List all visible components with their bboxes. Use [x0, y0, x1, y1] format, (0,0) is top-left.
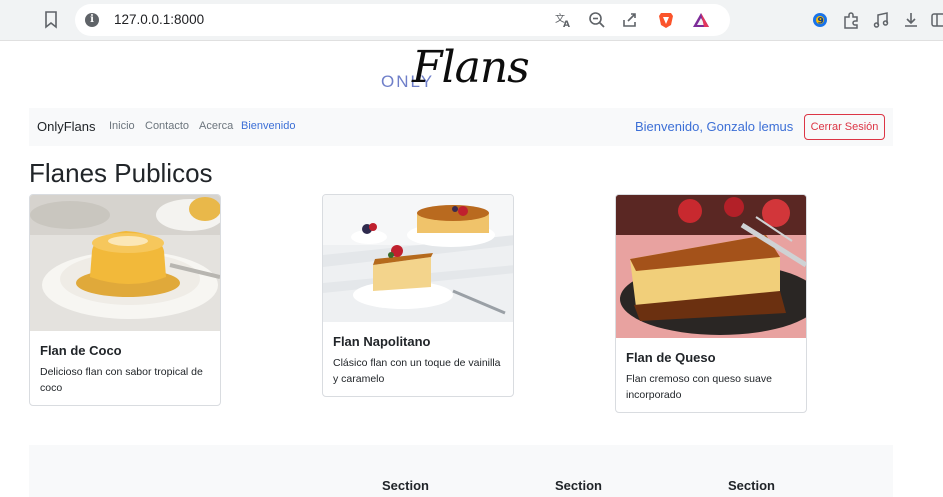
nav-link-acerca[interactable]: Acerca [199, 120, 233, 132]
address-bar[interactable]: i 127.0.0.1:8000 文A [75, 4, 730, 36]
flan-queso-image [616, 195, 806, 338]
svg-text:A: A [563, 20, 570, 29]
translate-icon[interactable]: 文A [554, 11, 572, 29]
url-text[interactable]: 127.0.0.1:8000 [114, 12, 204, 27]
site-logo[interactable]: ONLY Flans [380, 42, 550, 98]
flan-card[interactable]: Flan Napolitano Clásico flan con un toqu… [322, 194, 514, 397]
bookmark-icon[interactable] [44, 11, 58, 29]
download-icon[interactable] [902, 11, 920, 29]
navbar: OnlyFlans Inicio Contacto Acerca Bienven… [29, 108, 893, 146]
nav-link-bienvenido[interactable]: Bienvenido [241, 120, 295, 132]
browser-toolbar: i 127.0.0.1:8000 文A 9 [0, 0, 943, 41]
flan-card[interactable]: Flan de Queso Flan cremoso con queso sua… [615, 194, 807, 413]
card-text: Clásico flan con un toque de vainilla y … [333, 357, 501, 385]
footer: Section Section Section [29, 445, 893, 497]
card-title: Flan de Coco [40, 343, 122, 358]
card-text: Delicioso flan con sabor tropical de coc… [40, 366, 203, 394]
nav-link-inicio[interactable]: Inicio [109, 120, 135, 132]
flan-coco-image [30, 195, 220, 331]
extension-badge-icon[interactable]: 9 [811, 11, 829, 29]
footer-section-heading: Section [728, 478, 775, 493]
sidebar-icon[interactable] [930, 11, 943, 29]
page-title: Flanes Publicos [29, 158, 213, 188]
nav-link-contacto[interactable]: Contacto [145, 120, 189, 132]
logo-flans-text: Flans [412, 42, 530, 93]
welcome-user-link[interactable]: Bienvenido, Gonzalo lemus [635, 119, 793, 134]
flan-napolitano-image [323, 195, 513, 322]
zoom-out-icon[interactable] [588, 11, 606, 29]
brave-rewards-icon[interactable] [692, 11, 710, 29]
footer-section-heading: Section [555, 478, 602, 493]
logout-button[interactable]: Cerrar Sesión [804, 114, 885, 140]
share-icon[interactable] [621, 11, 639, 29]
card-text: Flan cremoso con queso suave incorporado [626, 373, 772, 401]
site-info-icon[interactable]: i [85, 13, 99, 27]
navbar-brand[interactable]: OnlyFlans [37, 119, 96, 134]
card-title: Flan de Queso [626, 350, 716, 365]
extensions-icon[interactable] [842, 11, 860, 29]
media-icon[interactable] [872, 11, 890, 29]
card-title: Flan Napolitano [333, 334, 431, 349]
footer-section-heading: Section [382, 478, 429, 493]
svg-text:9: 9 [818, 17, 824, 27]
brave-shield-icon[interactable] [657, 11, 675, 29]
flan-card[interactable]: Flan de Coco Delicioso flan con sabor tr… [29, 194, 221, 406]
